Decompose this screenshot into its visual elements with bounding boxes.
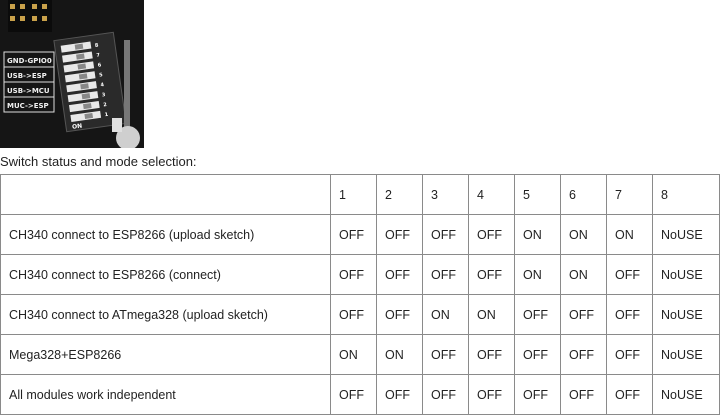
table-row: CH340 connect to ATmega328 (upload sketc… [0, 294, 720, 335]
switch-cell: OFF [376, 294, 423, 335]
switch-cell: ON [468, 294, 515, 335]
header-cell-2: 2 [376, 174, 423, 215]
switch-cell: NoUSE [652, 254, 720, 295]
switch-cell: OFF [560, 294, 607, 335]
switch-cell: OFF [606, 254, 653, 295]
switch-cell: OFF [560, 334, 607, 375]
switch-cell: OFF [468, 254, 515, 295]
switch-cell: OFF [376, 214, 423, 255]
silk-label-1: GND-GPIO0 [7, 57, 52, 65]
mode-cell: Mega328+ESP8266 [0, 334, 331, 375]
table-row: CH340 connect to ESP8266 (upload sketch)… [0, 214, 720, 255]
switch-cell: OFF [330, 294, 377, 335]
mode-cell: CH340 connect to ESP8266 (connect) [0, 254, 331, 295]
table-row: All modules work independent OFF OFF OFF… [0, 374, 720, 415]
table-row: CH340 connect to ESP8266 (connect) OFF O… [0, 254, 720, 295]
header-cell-5: 5 [514, 174, 561, 215]
switch-cell: ON [560, 254, 607, 295]
switch-cell: NoUSE [652, 374, 720, 415]
switch-cell: OFF [330, 374, 377, 415]
switch-cell: OFF [514, 374, 561, 415]
switch-cell: ON [330, 334, 377, 375]
mode-cell: CH340 connect to ATmega328 (upload sketc… [0, 294, 331, 335]
mode-cell: CH340 connect to ESP8266 (upload sketch) [0, 214, 331, 255]
switch-cell: OFF [606, 294, 653, 335]
silk-label-2: USB->ESP [7, 72, 47, 80]
mode-cell: All modules work independent [0, 374, 331, 415]
switch-cell: OFF [468, 214, 515, 255]
switch-cell: OFF [376, 254, 423, 295]
header-cell-7: 7 [606, 174, 653, 215]
switch-cell: ON [514, 214, 561, 255]
silk-label-3: USB->MCU [7, 87, 50, 95]
switch-cell: OFF [422, 334, 469, 375]
switch-cell: OFF [330, 214, 377, 255]
table-row: Mega328+ESP8266 ON ON OFF OFF OFF OFF OF… [0, 334, 720, 375]
switch-cell: OFF [606, 334, 653, 375]
table-caption: Switch status and mode selection: [0, 154, 197, 169]
switch-cell: ON [560, 214, 607, 255]
switch-mode-table: 1 2 3 4 5 6 7 8 CH340 connect to ESP8266… [0, 174, 720, 415]
header-cell-1: 1 [330, 174, 377, 215]
switch-cell: OFF [606, 374, 653, 415]
switch-cell: OFF [468, 374, 515, 415]
switch-cell: OFF [560, 374, 607, 415]
header-cell-mode [0, 174, 331, 215]
switch-cell: ON [422, 294, 469, 335]
switch-cell: OFF [376, 374, 423, 415]
switch-cell: ON [376, 334, 423, 375]
switch-cell: OFF [422, 374, 469, 415]
header-cell-4: 4 [468, 174, 515, 215]
board-photo-drawing: GND-GPIO0 USB->ESP USB->MCU MUC->ESP 8 7… [0, 0, 144, 148]
switch-cell: OFF [514, 334, 561, 375]
switch-cell: NoUSE [652, 214, 720, 255]
switch-cell: ON [514, 254, 561, 295]
dip-switch: 8 7 6 5 4 3 2 1 ON [53, 31, 127, 133]
board-photo: GND-GPIO0 USB->ESP USB->MCU MUC->ESP 8 7… [0, 0, 144, 148]
table-header-row: 1 2 3 4 5 6 7 8 [0, 174, 720, 215]
switch-cell: NoUSE [652, 334, 720, 375]
pin-header [8, 0, 52, 32]
switch-cell: ON [606, 214, 653, 255]
dip-on-label: ON [72, 123, 83, 131]
page: GND-GPIO0 USB->ESP USB->MCU MUC->ESP 8 7… [0, 0, 720, 420]
header-cell-3: 3 [422, 174, 469, 215]
header-cell-8: 8 [652, 174, 720, 215]
switch-cell: OFF [468, 334, 515, 375]
switch-cell: NoUSE [652, 294, 720, 335]
switch-cell: OFF [330, 254, 377, 295]
header-cell-6: 6 [560, 174, 607, 215]
switch-cell: OFF [514, 294, 561, 335]
switch-cell: OFF [422, 254, 469, 295]
silk-label-4: MUC->ESP [7, 102, 49, 110]
switch-cell: OFF [422, 214, 469, 255]
